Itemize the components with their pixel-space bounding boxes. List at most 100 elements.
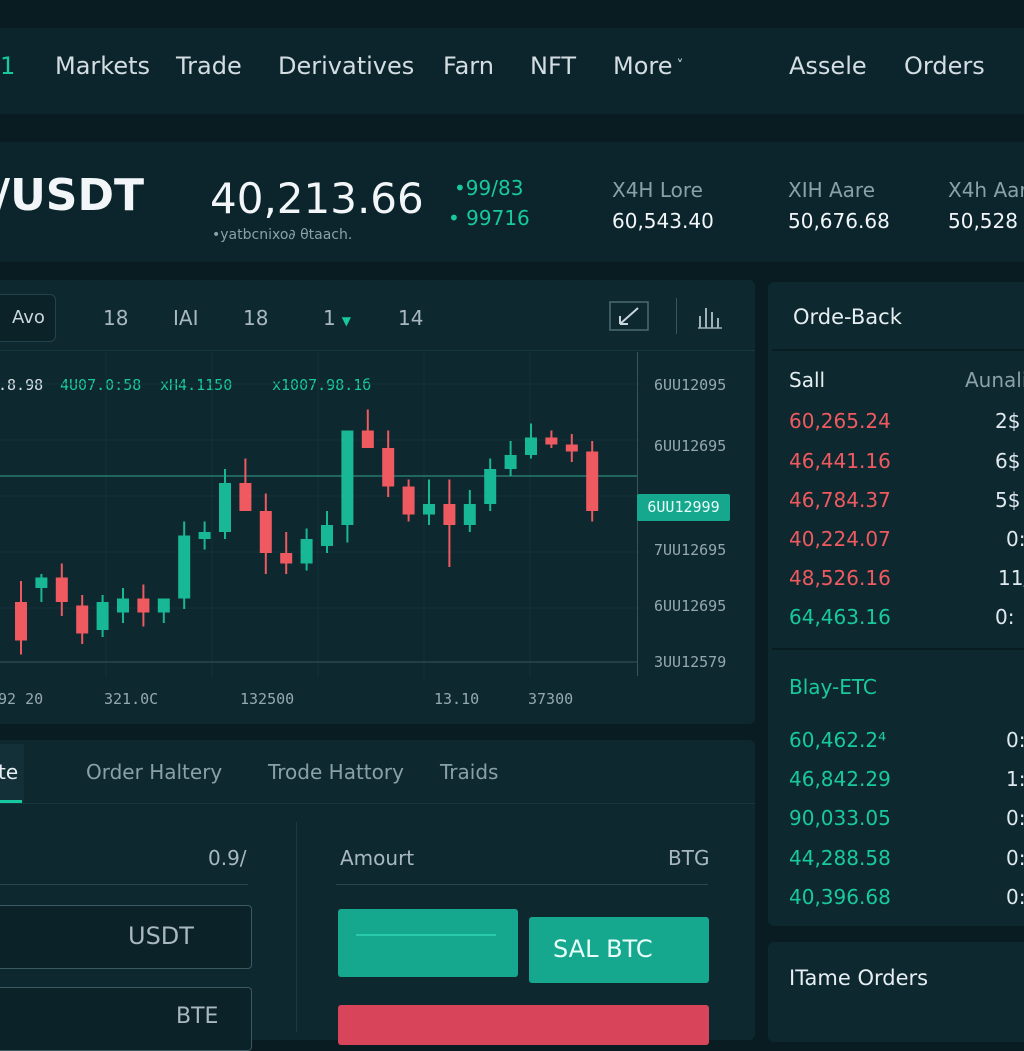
timeframe-1[interactable]: 18 bbox=[103, 306, 128, 330]
ask-qty-1: 2$ bbox=[995, 409, 1021, 433]
candle-body bbox=[443, 504, 456, 525]
pair-title[interactable]: /USDT bbox=[0, 170, 144, 221]
stat-label-3: X4h Aare bbox=[948, 178, 1024, 202]
ask-price-6[interactable]: 64,463.16 bbox=[789, 605, 891, 629]
orderbook-title: Orde-Back bbox=[793, 305, 902, 329]
ask-price-4[interactable]: 40,224.07 bbox=[789, 527, 891, 551]
nav-nft[interactable]: NFT bbox=[530, 52, 576, 80]
bid-qty-1: 0: bbox=[1006, 728, 1024, 752]
change-2: • 99716 bbox=[448, 206, 530, 230]
candle-body bbox=[198, 532, 211, 539]
candle-body bbox=[504, 455, 517, 469]
logo-fragment[interactable]: 1 bbox=[0, 52, 15, 80]
y-tick-4: 6UU12695 bbox=[654, 597, 727, 615]
stat-label-1: X4H Lore bbox=[612, 178, 703, 202]
bid-price-1[interactable]: 60,462.2⁴ bbox=[789, 728, 886, 752]
candle-body bbox=[300, 539, 313, 564]
candle-body bbox=[586, 451, 599, 511]
candle-body bbox=[565, 444, 578, 452]
nav-orders[interactable]: Orders bbox=[904, 52, 985, 80]
chart-toolbar-divider bbox=[0, 350, 755, 351]
usdt-input[interactable] bbox=[0, 905, 252, 969]
timeframe-2[interactable]: IAI bbox=[173, 306, 198, 330]
last-price: 40,213.66 bbox=[210, 174, 424, 223]
buy-button-slider bbox=[356, 934, 496, 936]
usdt-input-unit: USDT bbox=[128, 922, 194, 950]
toolbar-divider bbox=[676, 298, 677, 334]
candle-body bbox=[361, 430, 374, 448]
buy-button[interactable] bbox=[338, 909, 518, 977]
nav-assets[interactable]: Assele bbox=[789, 52, 867, 80]
candlestick-chart[interactable] bbox=[0, 352, 640, 677]
candle-body bbox=[280, 553, 293, 564]
sell-header: Sall bbox=[789, 368, 826, 392]
candle-body bbox=[76, 605, 89, 634]
tab-order-history[interactable]: Order Haltery bbox=[86, 760, 222, 784]
x-tick-3: 132500 bbox=[240, 690, 295, 708]
open-orders-panel bbox=[768, 942, 1024, 1042]
nav-more[interactable]: More ˅ bbox=[613, 52, 684, 80]
nav-derivatives[interactable]: Derivatives bbox=[278, 52, 414, 80]
bid-price-3[interactable]: 90,033.05 bbox=[789, 806, 891, 830]
candle-body bbox=[35, 577, 48, 588]
bid-price-2[interactable]: 46,842.29 bbox=[789, 767, 891, 791]
timeframe-4[interactable]: 1 ▼ bbox=[323, 306, 351, 330]
candle-body bbox=[15, 602, 27, 641]
candle-body bbox=[117, 598, 129, 613]
tab-trade[interactable]: te bbox=[0, 760, 18, 784]
ask-price-1[interactable]: 60,265.24 bbox=[789, 409, 891, 433]
bid-price-4[interactable]: 44,288.58 bbox=[789, 846, 891, 870]
candle-body bbox=[239, 483, 252, 511]
btc-input-unit: BTE bbox=[176, 1004, 219, 1029]
ask-price-2[interactable]: 46,441.16 bbox=[789, 449, 891, 473]
chart-type-label: Avo bbox=[12, 307, 45, 328]
amount-unit: BTG bbox=[668, 846, 710, 870]
y-tick-3: 7UU12695 bbox=[654, 541, 727, 559]
qty-header: Aunalid bbox=[965, 368, 1024, 392]
indicator-icon[interactable] bbox=[694, 298, 726, 334]
timeframe-4-label: 1 bbox=[323, 306, 336, 330]
bid-qty-5: 0: bbox=[1006, 885, 1024, 909]
tab-trade-history[interactable]: Trode Hattory bbox=[268, 760, 404, 784]
bid-qty-2: 1: bbox=[1006, 767, 1024, 791]
candle-body bbox=[423, 504, 435, 515]
ask-qty-3: 5$ bbox=[995, 488, 1021, 512]
candle-body bbox=[55, 577, 68, 602]
x-tick-4: 13.10 bbox=[434, 690, 480, 708]
candle-body bbox=[545, 437, 558, 445]
open-orders-title[interactable]: ITame Orders bbox=[789, 966, 928, 990]
ask-price-5[interactable]: 48,526.16 bbox=[789, 566, 891, 590]
x-tick-2: 321.0C bbox=[104, 690, 159, 708]
nav-farn[interactable]: Farn bbox=[443, 52, 494, 80]
tab-trades[interactable]: Traids bbox=[440, 760, 498, 784]
buy-header: Blay-ETC bbox=[789, 675, 877, 699]
candle-body bbox=[178, 535, 191, 599]
candle-body bbox=[96, 602, 109, 630]
y-tick-1: 6UU12095 bbox=[654, 376, 727, 394]
draw-tool-icon[interactable] bbox=[608, 298, 650, 334]
candle-body bbox=[341, 430, 354, 525]
bid-price-5[interactable]: 40,396.68 bbox=[789, 885, 891, 909]
amount-underline bbox=[336, 884, 708, 885]
last-price-sub: •yatbcnixo∂ θtaach. bbox=[212, 227, 353, 243]
y-tick-2: 6UU12695 bbox=[654, 437, 727, 455]
candle-body bbox=[484, 469, 497, 504]
ask-price-3[interactable]: 46,784.37 bbox=[789, 488, 891, 512]
timeframe-3[interactable]: 18 bbox=[243, 306, 268, 330]
sell-button[interactable] bbox=[338, 1005, 709, 1045]
candle-body bbox=[259, 511, 272, 553]
amount-label: Amourt bbox=[340, 846, 415, 870]
timeframe-5[interactable]: 14 bbox=[398, 306, 423, 330]
candle-body bbox=[463, 504, 476, 525]
order-form-left-divider bbox=[0, 884, 248, 885]
candle-body bbox=[219, 483, 231, 532]
x-tick-5: 37300 bbox=[528, 690, 574, 708]
caret-down-icon: ▼ bbox=[341, 314, 351, 328]
nav-markets[interactable]: Markets bbox=[55, 52, 150, 80]
stat-value-1: 60,543.40 bbox=[612, 209, 714, 233]
sell-btc-button[interactable]: SAL BTC bbox=[529, 917, 709, 983]
candle-body bbox=[157, 598, 170, 613]
order-form-left-value: 0.9/ bbox=[208, 846, 247, 870]
nav-trade[interactable]: Trade bbox=[176, 52, 242, 80]
change-1: •99/83 bbox=[454, 176, 524, 200]
